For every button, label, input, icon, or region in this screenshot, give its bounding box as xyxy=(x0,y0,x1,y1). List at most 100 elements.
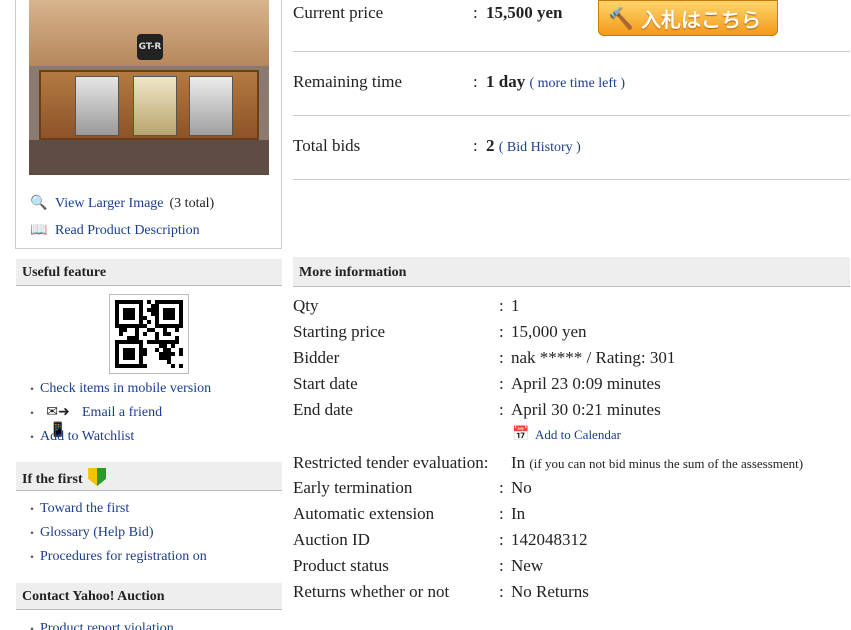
remaining-time-value-wrap: 1 day ( more time left ) xyxy=(486,72,625,92)
detail-value: 142048312 xyxy=(511,530,588,549)
detail-label: Product status xyxy=(293,556,389,575)
bullet-icon: ・ xyxy=(26,550,39,564)
bid-history-link[interactable]: ( Bid History ) xyxy=(499,140,581,155)
bullet-icon: ・ xyxy=(26,502,39,516)
detail-label: Automatic extension xyxy=(293,504,435,523)
detail-value: April 30 0:21 minutes xyxy=(511,400,661,419)
list-item[interactable]: ・ Add to Watchlist xyxy=(26,425,211,449)
report-violation-link[interactable]: Product report violation xyxy=(40,617,174,630)
view-larger-link[interactable]: View Larger Image xyxy=(55,190,164,217)
detail-row-starting-price: Starting price : 15,000 yen xyxy=(293,322,850,348)
read-description-link[interactable]: Read Product Description xyxy=(55,217,200,244)
detail-row-early-termination: Early termination : No xyxy=(293,478,850,504)
list-item[interactable]: ・ Procedures for registration on xyxy=(26,545,207,569)
more-time-left-link[interactable]: ( more time left ) xyxy=(529,76,625,91)
if-the-first-heading: If the first xyxy=(16,462,282,491)
detail-value-wrap: In (if you can not bid minus the sum of … xyxy=(511,453,803,473)
lighter-gold xyxy=(133,76,177,136)
detail-row-qty: Qty : 1 xyxy=(293,296,850,322)
remaining-time-label: Remaining time xyxy=(293,72,403,91)
detail-label: Qty xyxy=(293,296,319,315)
read-description-row[interactable]: 📖 Read Product Description xyxy=(29,217,214,244)
bullet-icon: ・ xyxy=(26,430,39,444)
lighter-silver-left xyxy=(75,76,119,136)
bid-button[interactable]: 🔨 入札はこちら xyxy=(598,0,778,36)
detail-value: nak ***** / Rating: 301 xyxy=(511,348,676,367)
list-item[interactable]: ・ Check items in mobile version xyxy=(26,377,211,401)
detail-row-end-date: End date : April 30 0:21 minutes xyxy=(293,400,850,426)
current-price-label: Current price xyxy=(293,3,384,22)
remaining-time-row: Remaining time : 1 day ( more time left … xyxy=(293,52,850,116)
detail-row-returns: Returns whether or not : No Returns xyxy=(293,582,850,608)
detail-label: End date xyxy=(293,400,353,419)
colon: : xyxy=(499,296,504,315)
detail-label: Starting price xyxy=(293,322,386,341)
list-item[interactable]: ・ ✉➜📱 Email a friend xyxy=(26,401,211,438)
add-watchlist-link[interactable]: Add to Watchlist xyxy=(40,425,134,449)
colon: : xyxy=(499,374,504,393)
qr-code xyxy=(109,294,189,374)
detail-value: April 23 0:09 minutes xyxy=(511,374,661,393)
colon: : xyxy=(499,348,504,367)
detail-value: New xyxy=(511,556,544,575)
contact-heading: Contact Yahoo! Auction xyxy=(16,583,282,610)
book-icon: 📖 xyxy=(30,222,48,238)
remaining-time-value: 1 day xyxy=(486,72,526,91)
photo-shadow xyxy=(29,140,269,175)
detail-row-product-status: Product status : New xyxy=(293,556,850,582)
email-friend-link[interactable]: Email a friend xyxy=(82,401,162,425)
emblem-icon: GT-R xyxy=(137,34,163,60)
contact-list: ・ Product report violation xyxy=(26,617,174,630)
beginner-mark-icon xyxy=(88,468,107,486)
add-calendar-row[interactable]: 📅 Add to Calendar xyxy=(511,426,621,444)
useful-feature-heading: Useful feature xyxy=(16,259,282,286)
total-bids-row: Total bids : 2 ( Bid History ) xyxy=(293,116,850,180)
product-photo[interactable]: GT-R xyxy=(29,0,269,175)
list-item[interactable]: ・ Product report violation xyxy=(26,617,174,630)
detail-row-bidder: Bidder : nak ***** / Rating: 301 xyxy=(293,348,850,374)
case-lid: GT-R xyxy=(29,0,269,66)
qr-code-pattern xyxy=(115,300,183,368)
colon: : xyxy=(499,530,504,549)
magnifier-icon: 🔍 xyxy=(30,195,48,211)
detail-row-automatic-extension: Automatic extension : In xyxy=(293,504,850,530)
list-item[interactable]: ・ Toward the first xyxy=(26,497,207,521)
qr-module xyxy=(179,364,183,368)
detail-note: (if you can not bid minus the sum of the… xyxy=(529,456,804,471)
detail-value: In xyxy=(511,453,526,472)
detail-value: 1 xyxy=(511,296,520,315)
list-item[interactable]: ・ Glossary (Help Bid) xyxy=(26,521,207,545)
total-bids-label: Total bids xyxy=(293,136,361,155)
detail-label: Early termination xyxy=(293,478,413,497)
gavel-icon: 🔨 xyxy=(608,6,634,30)
bid-button-label: 入札はこちら xyxy=(641,7,761,32)
colon: : xyxy=(499,478,504,497)
colon: : xyxy=(473,136,478,155)
detail-value: 15,000 yen xyxy=(511,322,587,341)
lighter-silver-right xyxy=(189,76,233,136)
detail-value: No xyxy=(511,478,532,497)
registration-link[interactable]: Procedures for registration on xyxy=(40,545,207,569)
detail-label: Start date xyxy=(293,374,358,393)
colon: : xyxy=(499,504,504,523)
mobile-version-link[interactable]: Check items in mobile version xyxy=(40,377,211,401)
view-larger-row[interactable]: 🔍 View Larger Image (3 total) xyxy=(29,190,214,217)
total-bids-value-wrap: 2 ( Bid History ) xyxy=(486,136,581,156)
toward-first-link[interactable]: Toward the first xyxy=(40,497,129,521)
glossary-link[interactable]: Glossary (Help Bid) xyxy=(40,521,154,545)
detail-row-restricted-evaluation: Restricted tender evaluation: In (if you… xyxy=(293,453,850,479)
colon: : xyxy=(473,3,478,22)
if-the-first-list: ・ Toward the first ・ Glossary (Help Bid)… xyxy=(26,497,207,569)
detail-value: In xyxy=(511,504,526,523)
detail-row-auction-id: Auction ID : 142048312 xyxy=(293,530,850,556)
more-information-heading: More information xyxy=(293,257,850,287)
current-price-value: 15,500 yen xyxy=(486,3,563,22)
image-links: 🔍 View Larger Image (3 total) 📖 Read Pro… xyxy=(29,190,214,244)
colon: : xyxy=(499,400,504,419)
detail-label: Restricted tender evaluation: xyxy=(293,453,489,472)
detail-label: Bidder xyxy=(293,348,340,367)
add-calendar-link[interactable]: Add to Calendar xyxy=(535,427,621,443)
if-the-first-label: If the first xyxy=(22,472,83,487)
bullet-icon: ・ xyxy=(26,406,39,420)
bullet-icon: ・ xyxy=(26,382,39,396)
